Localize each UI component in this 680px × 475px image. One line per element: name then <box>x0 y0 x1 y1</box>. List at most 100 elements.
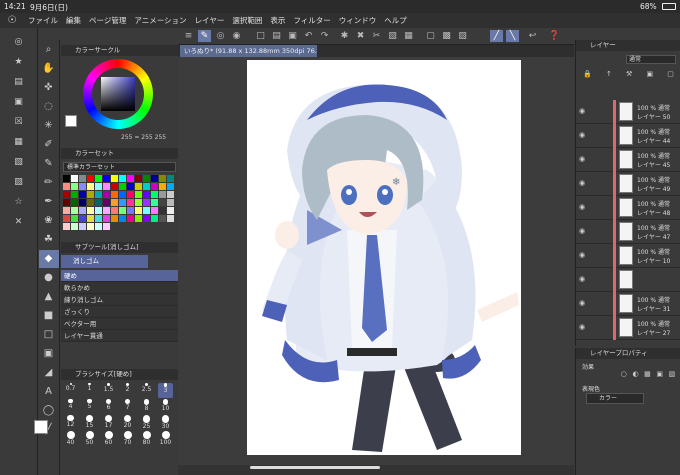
color-set-dropdown[interactable]: 標準カラーセット <box>63 162 176 172</box>
layer-row[interactable]: ◉ 100 % 通常 レイヤー 10 <box>576 244 680 268</box>
move-tool-icon[interactable]: ✜ <box>39 79 59 97</box>
color-swatch[interactable] <box>63 191 70 198</box>
menu-help[interactable]: ヘルプ <box>380 15 411 26</box>
color-swatch[interactable] <box>63 199 70 206</box>
color-swatch[interactable] <box>151 215 158 222</box>
border-effect-icon[interactable]: ○ <box>621 370 627 380</box>
eye-icon[interactable]: ◉ <box>579 227 585 235</box>
color-swatch[interactable] <box>63 183 70 190</box>
menu-filter[interactable]: フィルター <box>289 15 334 26</box>
color-swatch[interactable] <box>159 207 166 214</box>
color-swatch[interactable] <box>111 207 118 214</box>
color-swatch[interactable] <box>111 175 118 182</box>
shortcut-icon[interactable]: ◎ <box>12 36 26 48</box>
menu-window[interactable]: ウィンドウ <box>335 15 381 26</box>
brush-size-preset[interactable]: 80 <box>139 431 154 446</box>
color-swatch[interactable] <box>119 183 126 190</box>
color-swatch[interactable] <box>119 215 126 222</box>
pen-tool-icon[interactable]: ✎ <box>39 155 59 173</box>
color-swatch[interactable] <box>79 175 86 182</box>
color-swatch[interactable] <box>167 215 174 222</box>
document-tab[interactable]: いろぬり* (91.88 x 132.88mm 350dpi 76.1%) <box>180 45 317 57</box>
color-swatch[interactable] <box>87 199 94 206</box>
redo-icon[interactable]: ↷ <box>318 30 331 42</box>
eye-icon[interactable]: ◉ <box>579 323 585 331</box>
subtool-through-layer[interactable]: レイヤー貫通 <box>61 330 178 342</box>
subtool-kneaded[interactable]: 練り消しゴム <box>61 294 178 306</box>
color-swatch[interactable] <box>151 207 158 214</box>
color-swatch[interactable] <box>151 183 158 190</box>
saturation-value-square[interactable] <box>101 77 135 111</box>
color-swatch[interactable] <box>103 175 110 182</box>
brush-size-preset[interactable]: 15 <box>82 415 97 430</box>
expression-color-dropdown[interactable]: カラー <box>586 393 644 404</box>
main-color-chip[interactable] <box>65 115 77 127</box>
favorite-icon[interactable]: ☆ <box>12 196 26 208</box>
menu-layer[interactable]: レイヤー <box>191 15 229 26</box>
color-swatch[interactable] <box>95 199 102 206</box>
color-swatch[interactable] <box>127 183 134 190</box>
color-swatch[interactable] <box>79 191 86 198</box>
color-swatch[interactable] <box>143 199 150 206</box>
color-swatch[interactable] <box>71 207 78 214</box>
close-file-icon[interactable]: ☒ <box>12 116 26 128</box>
color-swatch[interactable] <box>87 215 94 222</box>
decoration-tool-icon[interactable]: ☘ <box>39 231 59 249</box>
show-selection-icon[interactable]: ▨ <box>456 30 469 42</box>
brush-size-preset[interactable]: 17 <box>101 415 116 430</box>
color-swatch[interactable] <box>143 175 150 182</box>
color-swatch[interactable] <box>79 199 86 206</box>
layer-row[interactable]: ◉ 100 % 通常 レイヤー 47 <box>576 220 680 244</box>
save-icon[interactable]: ▣ <box>286 30 299 42</box>
layer-icon[interactable]: ▨ <box>12 176 26 188</box>
color-swatch[interactable] <box>87 223 94 230</box>
pen-mode-icon[interactable]: ✎ <box>198 30 211 42</box>
brush-tool-icon[interactable]: ✒ <box>39 193 59 211</box>
color-swatch[interactable] <box>119 207 126 214</box>
zoom-tool-icon[interactable]: ⌕ <box>39 41 59 59</box>
brush-size-preset[interactable]: 60 <box>101 431 116 446</box>
gradient-tool-icon[interactable]: ■ <box>39 307 59 325</box>
color-swatch[interactable] <box>119 175 126 182</box>
subtool-group-tab[interactable]: 消しゴム <box>61 255 148 268</box>
copy-icon[interactable]: ▦ <box>402 30 415 42</box>
color-swatch[interactable] <box>79 207 86 214</box>
lasso-tool-icon[interactable]: ◌ <box>39 98 59 116</box>
app-logo-icon[interactable]: ☉ <box>0 15 24 26</box>
color-swatch[interactable] <box>111 183 118 190</box>
color-swatch[interactable] <box>167 183 174 190</box>
file-icon[interactable]: ▤ <box>12 76 26 88</box>
new-file-icon[interactable]: □ <box>254 30 267 42</box>
color-swatch[interactable] <box>95 207 102 214</box>
brush-size-preset[interactable]: 3 <box>158 383 173 398</box>
color-swatch[interactable] <box>167 199 174 206</box>
color-swatch[interactable] <box>95 183 102 190</box>
color-swatch[interactable] <box>119 191 126 198</box>
layer-row[interactable]: ◉ 100 % 通常 レイヤー 50 <box>576 100 680 124</box>
eye-icon[interactable]: ◉ <box>579 131 585 139</box>
mix-icon[interactable]: ▧ <box>669 370 676 380</box>
color-swatch[interactable] <box>71 183 78 190</box>
color-swatch[interactable] <box>159 191 166 198</box>
color-swatch[interactable] <box>167 175 174 182</box>
color-swatch[interactable] <box>159 183 166 190</box>
color-swatch[interactable] <box>71 175 78 182</box>
quick-access-icon[interactable]: ★ <box>12 56 26 68</box>
color-swatch[interactable] <box>103 199 110 206</box>
open-icon[interactable]: ▤ <box>270 30 283 42</box>
color-swatch[interactable] <box>143 183 150 190</box>
layer-row[interactable]: ◉ 100 % 通常 レイヤー 44 <box>576 124 680 148</box>
color-swatch[interactable] <box>127 215 134 222</box>
menu-file[interactable]: ファイル <box>24 15 62 26</box>
special-ruler-snap-icon[interactable]: ╲ <box>506 30 519 42</box>
color-swatch[interactable] <box>135 175 142 182</box>
airbrush-tool-icon[interactable]: ❀ <box>39 212 59 230</box>
color-swatch[interactable] <box>135 183 142 190</box>
brush-size-preset[interactable]: 12 <box>63 415 78 430</box>
layer-row[interactable]: ◉ 100 % 通常 レイヤー 45 <box>576 148 680 172</box>
help-icon[interactable]: ❓ <box>548 30 561 42</box>
brush-size-preset[interactable]: 100 <box>158 431 173 446</box>
text-tool-icon[interactable]: A <box>39 383 59 401</box>
color-swatch[interactable] <box>103 191 110 198</box>
menu-selection[interactable]: 選択範囲 <box>228 15 266 26</box>
